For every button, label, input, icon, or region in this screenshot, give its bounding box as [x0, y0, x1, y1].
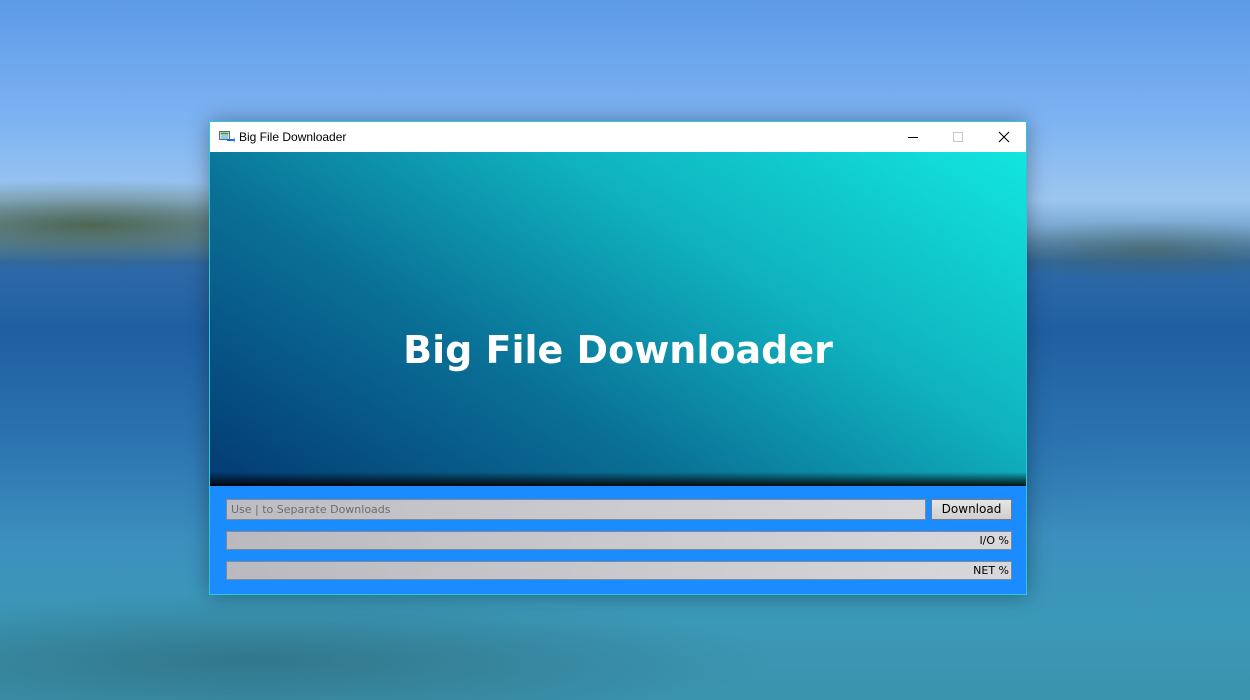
app-banner: Big File Downloader — [210, 152, 1026, 486]
downloader-app-icon — [219, 130, 235, 144]
net-progress-bar: NET % — [226, 561, 1012, 580]
download-controls-panel: Download I/O % NET % — [210, 486, 1026, 594]
io-progress-label: I/O % — [979, 534, 1009, 547]
net-progress-label: NET % — [973, 564, 1009, 577]
io-progress-bar: I/O % — [226, 531, 1012, 550]
minimize-icon — [908, 137, 918, 138]
title-bar[interactable]: Big File Downloader — [210, 122, 1026, 152]
window-title: Big File Downloader — [239, 130, 347, 144]
close-button[interactable] — [981, 122, 1027, 152]
download-button[interactable]: Download — [931, 499, 1012, 520]
maximize-button[interactable] — [935, 122, 981, 152]
banner-bottom-shadow — [210, 472, 1026, 486]
download-url-input[interactable] — [226, 499, 926, 520]
desktop-background: Big File Downloader Big File Downloader — [0, 0, 1250, 700]
maximize-icon — [953, 132, 963, 142]
banner-title: Big File Downloader — [403, 328, 833, 372]
minimize-button[interactable] — [890, 122, 936, 152]
app-window: Big File Downloader Big File Downloader — [209, 121, 1027, 595]
close-icon — [998, 131, 1010, 143]
